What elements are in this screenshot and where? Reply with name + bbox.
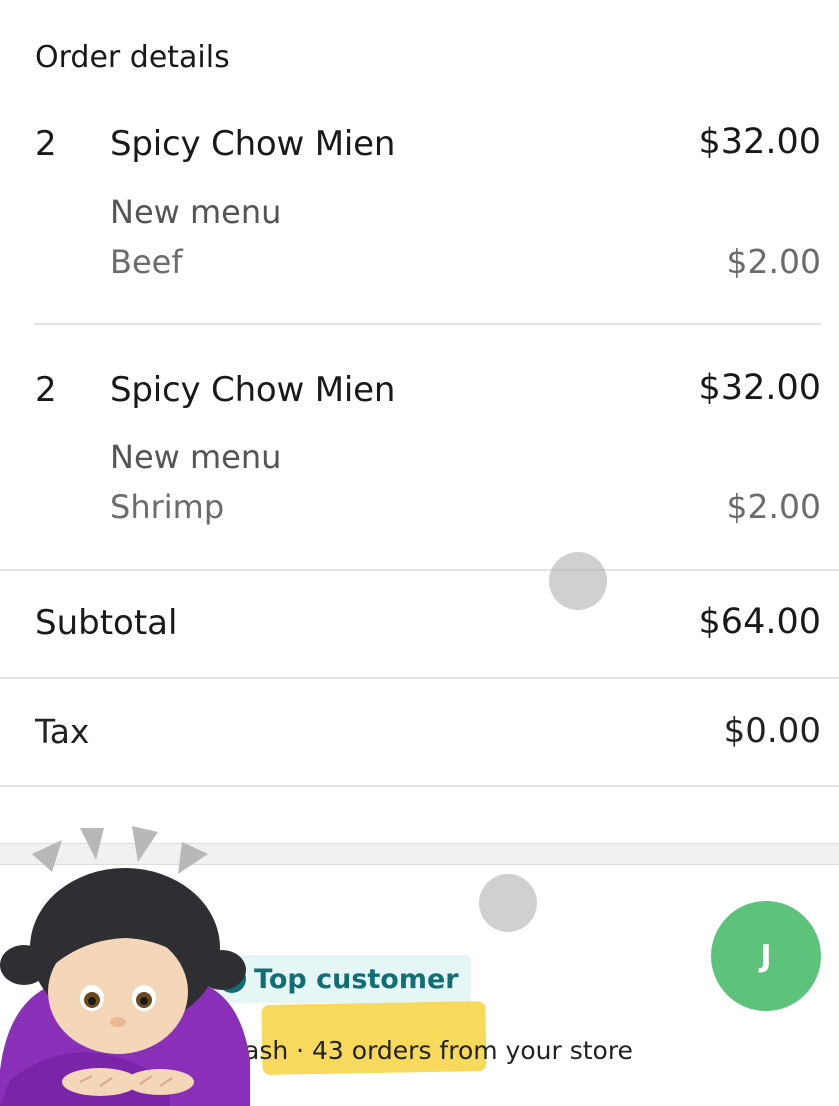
- touch-indicator: [549, 552, 607, 610]
- customer-order-count: ash · 43 orders from your store: [244, 1036, 633, 1065]
- item-quantity: 2: [35, 370, 57, 410]
- person-bowing-emoji-icon: [0, 826, 250, 1106]
- section-divider: [0, 785, 839, 787]
- subtotal-label: Subtotal: [35, 603, 178, 643]
- subtotal-value: $64.00: [698, 602, 821, 642]
- item-price: $32.00: [698, 122, 821, 162]
- section-divider: [0, 569, 839, 571]
- tax-value: $0.00: [723, 711, 821, 751]
- item-option: Shrimp: [110, 488, 225, 526]
- item-divider: [34, 323, 821, 325]
- section-divider: [0, 677, 839, 679]
- item-quantity: 2: [35, 124, 57, 164]
- item-option-price: $2.00: [726, 242, 821, 281]
- avatar-initial: J: [760, 938, 772, 974]
- item-option: Beef: [110, 243, 183, 281]
- touch-indicator: [479, 874, 537, 932]
- order-details-title: Order details: [35, 40, 230, 75]
- item-price: $32.00: [698, 368, 821, 408]
- item-option-price: $2.00: [726, 487, 821, 526]
- badge-label: Top customer: [254, 963, 459, 995]
- item-name: Spicy Chow Mien: [110, 124, 396, 164]
- customer-avatar[interactable]: J: [711, 901, 821, 1011]
- tax-label: Tax: [35, 712, 90, 751]
- item-menu-label: New menu: [110, 438, 282, 476]
- item-name: Spicy Chow Mien: [110, 370, 396, 410]
- item-menu-label: New menu: [110, 193, 282, 231]
